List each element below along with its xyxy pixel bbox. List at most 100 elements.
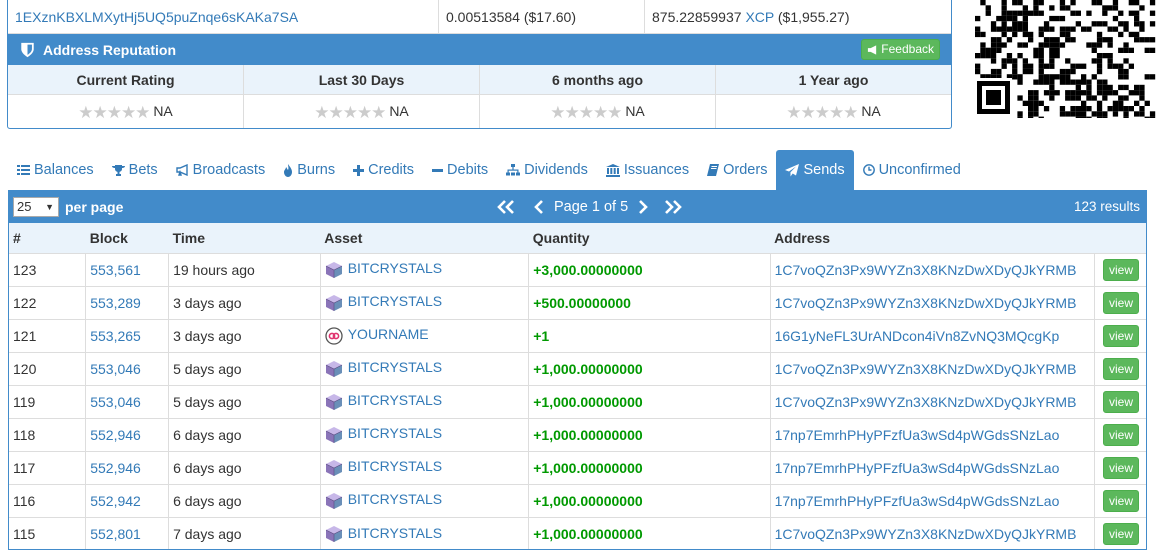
tab-bets[interactable]: Bets [103,150,167,190]
view-button[interactable]: view [1102,423,1139,446]
send-icon [785,163,800,176]
tab-debits[interactable]: Debits [423,150,497,190]
view-button[interactable]: view [1102,522,1139,545]
qr-module [1139,26,1145,32]
qr-module [1149,0,1156,6]
qr-module [1134,84,1140,91]
qr-module [1118,47,1124,53]
view-button[interactable]: view [1102,456,1139,479]
qr-module [1017,10,1023,16]
tab-unconfirmed[interactable]: Unconfirmed [854,150,970,190]
address-link[interactable]: 17np7EmrhPHyPFzfUa3wSd4pWGdsSNzLao [775,460,1060,476]
block-link[interactable]: 552,942 [90,493,141,509]
qr-module [990,47,997,53]
address-link[interactable]: 1C7voQZn3Px9WYZn3X8KNzDwXDyQJkYRMB [775,361,1077,377]
qr-module [1054,37,1060,43]
asset-link[interactable]: BITCRYSTALS [348,392,442,408]
qr-module [1107,58,1113,64]
reputation-grid: Current Rating ★★★★★ NA Last 30 Days ★★★… [8,65,951,128]
asset-link[interactable]: BITCRYSTALS [348,293,442,309]
asset-link[interactable]: BITCRYSTALS [348,359,442,375]
qr-module [1065,31,1071,38]
view-button[interactable]: view [1102,390,1139,413]
prev-page-button[interactable] [534,200,544,214]
asset-link[interactable]: BITCRYSTALS [348,260,442,276]
block-link[interactable]: 553,046 [90,361,141,377]
feedback-button[interactable]: Feedback [861,39,940,60]
asset-link[interactable]: YOURNAME [348,326,429,342]
address-link[interactable]: 1C7voQZn3Px9WYZn3X8KNzDwXDyQJkYRMB [775,526,1077,542]
address-link[interactable]: 16G1yNeFL3UrANDcon4iVn8ZvNQ3MQcgKp [775,328,1060,344]
qr-module [1107,37,1113,43]
first-page-button[interactable] [497,200,517,214]
qr-module [1006,58,1013,64]
qr-module [1012,74,1018,80]
qr-module [1144,100,1150,106]
qr-module [1049,84,1055,91]
qr-module [1049,74,1055,80]
rep-col-value: ★★★★★ NA [716,95,951,128]
asset-link[interactable]: BITCRYSTALS [348,525,442,541]
qr-module [1075,10,1081,16]
asset-link[interactable]: BITCRYSTALS [348,458,442,474]
bitcrystals-cube-icon [325,492,342,509]
next-page-button[interactable] [638,200,649,214]
qr-module [1086,90,1092,96]
qr-module [1033,10,1039,16]
address-link[interactable]: 17np7EmrhPHyPFzfUa3wSd4pWGdsSNzLao [775,493,1060,509]
asset-link[interactable]: BITCRYSTALS [348,425,442,441]
last-page-button[interactable] [662,200,683,214]
tab-broadcasts[interactable]: Broadcasts [167,150,275,190]
qr-module [1107,90,1113,96]
address-link[interactable]: 1C7voQZn3Px9WYZn3X8KNzDwXDyQJkYRMB [775,295,1077,311]
rating-text: NA [153,103,173,119]
time-cell: 6 days ago [168,450,321,484]
view-button[interactable]: view [1102,291,1139,314]
qr-module [1017,74,1023,80]
block-link[interactable]: 553,289 [90,295,141,311]
tab-orders[interactable]: Orders [698,150,776,190]
qr-module [1096,58,1103,64]
address-link[interactable]: 17np7EmrhPHyPFzfUa3wSd4pWGdsSNzLao [775,427,1060,443]
block-link[interactable]: 552,801 [90,526,141,542]
block-link[interactable]: 553,561 [90,262,141,278]
quantity-cell: +1,000.00000000 [528,483,771,517]
qr-module [1086,84,1092,91]
tab-credits[interactable]: Credits [344,150,423,190]
qr-module [1081,26,1087,32]
address-link[interactable]: 1C7voQZn3Px9WYZn3X8KNzDwXDyQJkYRMB [775,262,1077,278]
block-link[interactable]: 552,946 [90,427,141,443]
time-cell: 6 days ago [168,483,321,517]
view-button[interactable]: view [1102,489,1139,512]
view-button[interactable]: view [1102,324,1139,347]
tab-sends[interactable]: Sends [776,150,854,190]
qr-module [1033,106,1039,112]
tab-issuances[interactable]: Issuances [597,150,698,190]
address-cell: 1C7voQZn3Px9WYZn3X8KNzDwXDyQJkYRMB [769,252,1095,286]
tab-burns[interactable]: Burns [274,150,344,190]
qr-module [990,42,997,48]
per-page-select[interactable]: 25 ▼ [13,197,59,217]
qr-module [1107,53,1113,59]
xcp-usd: ($1,955.27) [777,9,850,25]
double-chevron-right-icon [665,200,683,214]
qr-module [1118,100,1124,106]
btc-balance: 0.00513584 ($17.60) [439,0,645,34]
quantity-cell: +1 [528,318,771,352]
tab-balances[interactable]: Balances [8,150,103,190]
asset-link[interactable]: BITCRYSTALS [348,491,442,507]
qr-module [1139,84,1145,91]
block-link[interactable]: 552,946 [90,460,141,476]
tab-dividends[interactable]: Dividends [497,150,597,190]
bitcrystals-cube-icon [325,459,342,476]
block-link[interactable]: 553,046 [90,394,141,410]
address-link[interactable]: 1EXznKBXLMXytHj5UQ5puZnqe6sKAKa7SA [15,9,298,25]
address-link[interactable]: 1C7voQZn3Px9WYZn3X8KNzDwXDyQJkYRMB [775,394,1077,410]
block-link[interactable]: 553,265 [90,328,141,344]
xcp-asset-link[interactable]: XCP [745,9,774,25]
view-button[interactable]: view [1102,258,1139,281]
row-number: 123 [9,252,86,286]
tab-label: Orders [723,162,768,178]
table-row: 120 553,046 5 days ago BITCRYSTALS +1,000.00… [9,351,1146,385]
view-button[interactable]: view [1102,357,1139,380]
